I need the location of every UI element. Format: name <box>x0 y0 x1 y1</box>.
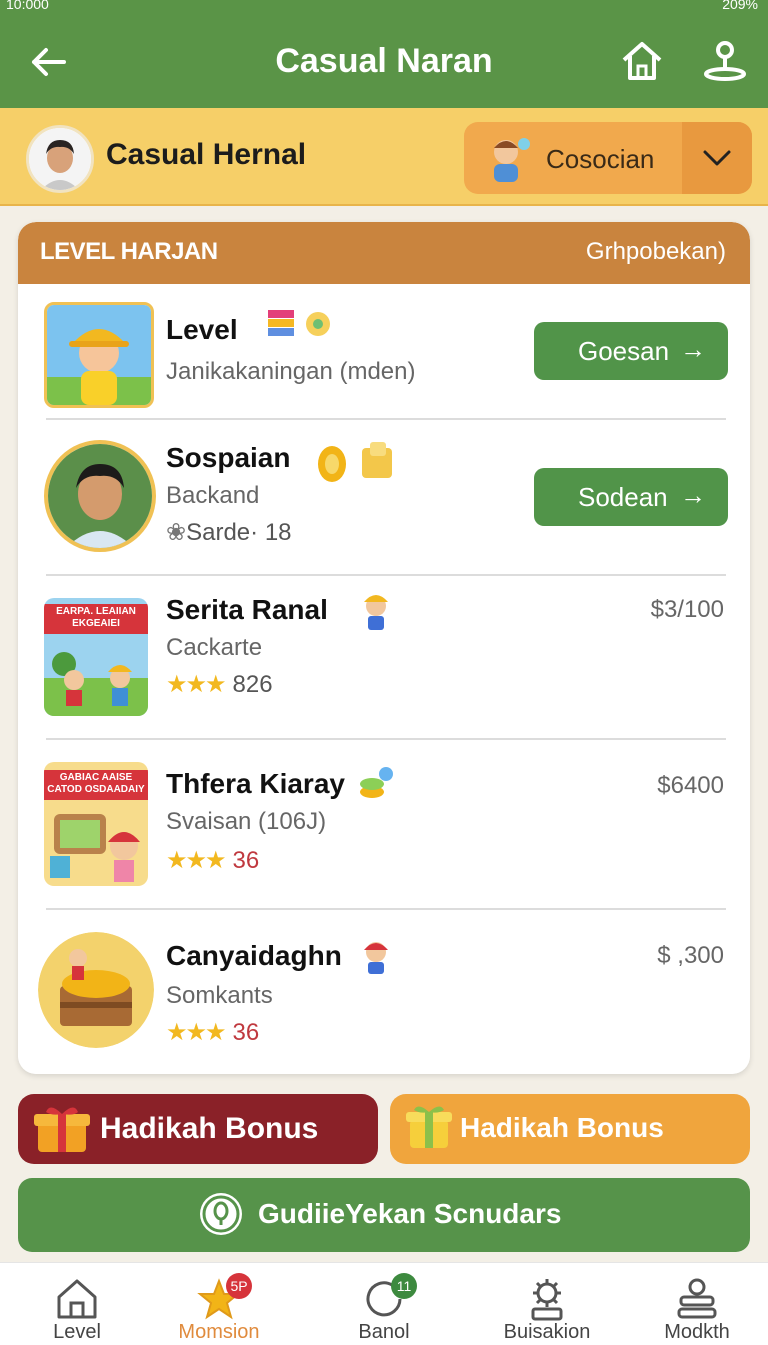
status-battery: 209% <box>722 0 758 12</box>
nav-label: Level <box>53 1321 101 1343</box>
list-item[interactable]: Level Janikakaningan (mden) Goesan → <box>18 284 750 420</box>
nav-item-buisakion[interactable]: Buisakion <box>470 1263 624 1345</box>
item-subtitle: Cackarte <box>166 634 263 661</box>
gear-icon <box>531 1279 563 1321</box>
rating: ★★★ 36 <box>166 846 259 875</box>
panel-subtitle: Grhpobekan) <box>585 238 726 265</box>
thumbnail-banner: GABIAC AAISE CATOD OSDAADAIY <box>47 772 145 795</box>
panel-header: LEVEL HARJAN Grhpobekan) <box>18 222 750 284</box>
nav-item-momsion[interactable]: 5P Momsion <box>142 1263 296 1345</box>
rating-count: 36 <box>232 847 260 874</box>
star-icons: ★★★ <box>166 847 227 874</box>
profile-name: Casual Hernal <box>106 138 307 171</box>
coins-icon <box>360 767 393 798</box>
nav-label: Banol <box>358 1321 410 1343</box>
thumbnail-banner: EARPA. LEAIIAN EKGEAIEI <box>56 606 136 629</box>
rating: ★★★ 36 <box>166 1018 259 1047</box>
flower-icon: ❀ <box>166 519 187 546</box>
item-subtitle: Janikakaningan (mden) <box>166 358 416 385</box>
item-subtitle: Somkants <box>166 982 273 1009</box>
home-icon[interactable] <box>620 38 664 82</box>
profile-bar: Casual Hernal Cosocian <box>0 108 768 206</box>
nav-label: Buisakion <box>503 1321 591 1343</box>
item-subtitle: Svaisan (106J) <box>166 808 327 835</box>
coin-treasure-icon <box>318 442 392 482</box>
panel-title: LEVEL HARJAN <box>40 238 218 265</box>
list-item[interactable]: EARPA. LEAIIAN EKGEAIEI Serita Ranal Cac… <box>18 576 750 740</box>
price: $3/100 <box>650 596 724 623</box>
rating: ★★★ 826 <box>166 670 273 699</box>
primary-cta-button[interactable]: GudiieYekan Scnudars <box>18 1178 750 1252</box>
chevron-down-icon <box>703 150 731 166</box>
nav-item-banol[interactable]: 11 Banol <box>307 1263 461 1345</box>
treasure-thumbnail <box>38 932 154 1048</box>
bonus-label: Hadikah Bonus <box>100 1112 319 1145</box>
bonus-button-left[interactable]: Hadikah Bonus <box>18 1094 378 1164</box>
bottom-nav: Level 5P Momsion 11 Banol Buisakion Modk… <box>0 1262 768 1345</box>
character-select[interactable]: Cosocian <box>464 122 752 194</box>
character-icon <box>364 595 388 630</box>
item-title: Sospaian <box>166 442 291 473</box>
nav-item-modkth[interactable]: Modkth <box>620 1263 768 1345</box>
level-thumbnail <box>44 302 154 408</box>
status-bar: 10:000 209% <box>0 0 768 20</box>
item-title: Serita Ranal <box>166 594 328 625</box>
user-pin-icon[interactable] <box>702 38 748 82</box>
price: $ ,300 <box>657 942 724 969</box>
avatar[interactable] <box>26 125 94 193</box>
user-stack-icon <box>677 1278 717 1319</box>
item-subtitle: Backand <box>166 482 260 509</box>
nav-label: Momsion <box>178 1321 260 1343</box>
list-item[interactable]: Sospaian Backand ❀Sarde· 18 Sodean → <box>18 420 750 576</box>
button-label: Sodean <box>578 482 668 512</box>
gift-box-icon <box>406 1106 452 1148</box>
price: $6400 <box>657 772 724 799</box>
player-avatar <box>44 440 156 552</box>
button-label: Goesan <box>578 336 670 366</box>
item-title: Canyaidaghn <box>166 940 342 971</box>
nav-item-level[interactable]: Level <box>0 1263 154 1345</box>
rating-count: 826 <box>232 671 273 698</box>
arrow-right-icon: → <box>680 480 706 510</box>
character-icon <box>364 942 388 974</box>
game-thumbnail: GABIAC AAISE CATOD OSDAADAIY <box>44 762 148 886</box>
arrow-right-icon: → <box>680 334 706 364</box>
item-title: Level <box>166 314 238 345</box>
bonus-label: Hadikah Bonus <box>460 1112 664 1143</box>
level-panel: LEVEL HARJAN Grhpobekan) Level Janikakan… <box>18 222 750 1074</box>
star-icons: ★★★ <box>166 1019 227 1046</box>
item-title: Thfera Kiaray <box>166 768 345 799</box>
goesan-button[interactable]: Goesan → <box>534 322 728 380</box>
star-icons: ★★★ <box>166 671 227 698</box>
selector-value: Cosocian <box>546 144 655 174</box>
bonus-button-right[interactable]: Hadikah Bonus <box>390 1094 750 1164</box>
game-thumbnail: EARPA. LEAIIAN EKGEAIEI <box>44 598 148 716</box>
item-meta: ❀Sarde· 18 <box>166 518 292 547</box>
gem-stack-icon <box>268 310 330 336</box>
location-pin-icon <box>200 1193 242 1235</box>
status-time: 10:000 <box>6 0 49 12</box>
gift-box-icon <box>34 1107 90 1152</box>
character-icon <box>494 138 530 182</box>
home-icon <box>57 1279 97 1319</box>
list-item[interactable]: Canyaidaghn Somkants ★★★ 36 $ ,300 <box>18 910 750 1074</box>
nav-label: Modkth <box>664 1321 730 1343</box>
list-item[interactable]: GABIAC AAISE CATOD OSDAADAIY Thfera Kiar… <box>18 740 750 910</box>
meta-text: Sarde· 18 <box>186 519 292 546</box>
dropdown-toggle[interactable] <box>682 122 752 194</box>
sodean-button[interactable]: Sodean → <box>534 468 728 526</box>
cta-label: GudiieYekan Scnudars <box>258 1198 562 1229</box>
panel-list: Level Janikakaningan (mden) Goesan → Sos… <box>18 284 750 1074</box>
notification-badge: 11 <box>391 1273 417 1299</box>
notification-badge: 5P <box>226 1273 252 1299</box>
app-header: Casual Naran <box>0 20 768 108</box>
rating-count: 36 <box>232 1019 260 1046</box>
